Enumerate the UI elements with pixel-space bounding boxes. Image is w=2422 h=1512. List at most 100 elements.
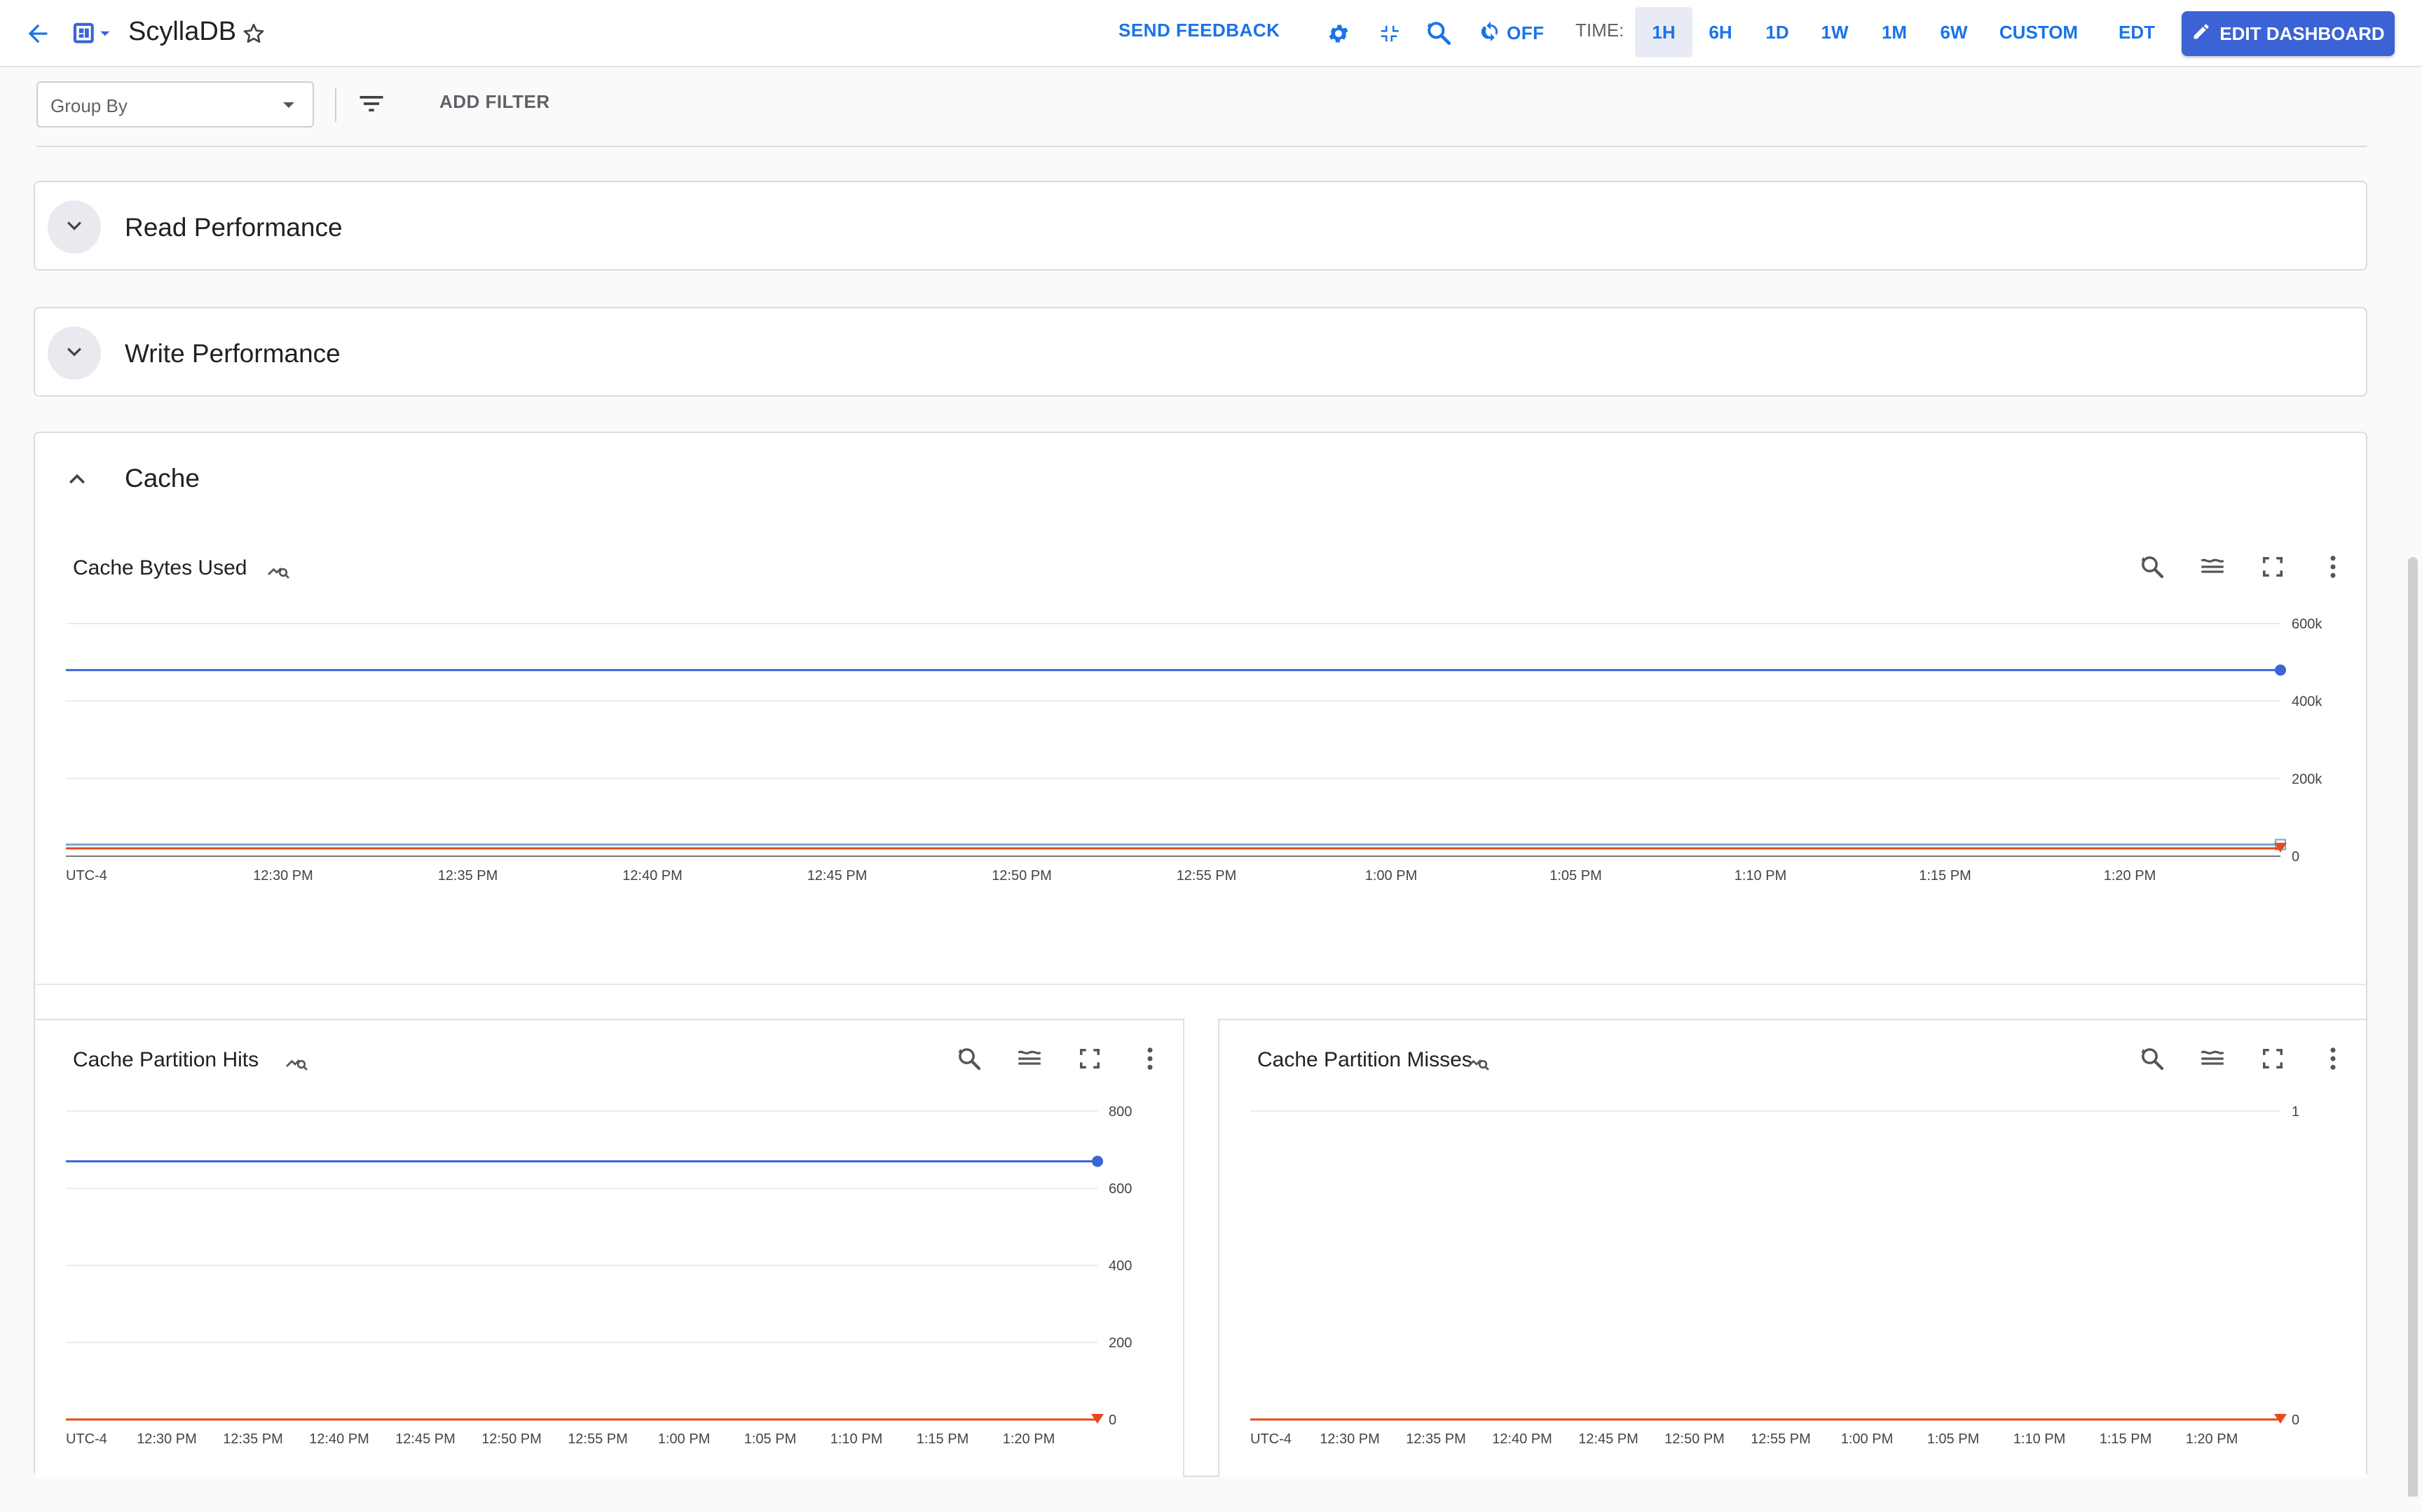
- x-tick-label: 1:15 PM: [917, 1431, 969, 1447]
- y-tick-label: 400k: [2292, 694, 2322, 710]
- timezone-label: UTC-4: [66, 1431, 107, 1447]
- section-cache: Cache Cache Bytes Used 600k 400k 200k 0 UTC-…: [34, 432, 2367, 1477]
- time-option-1m[interactable]: 1M: [1865, 7, 1924, 57]
- x-tick-label: 12:40 PM: [622, 868, 683, 884]
- group-by-placeholder: Group By: [50, 95, 128, 116]
- edit-icon: [2191, 22, 2211, 46]
- filter-divider: [335, 88, 336, 122]
- collapse-icon[interactable]: [1374, 18, 1404, 49]
- x-tick-label: 1:00 PM: [1365, 868, 1417, 884]
- dropdown-arrow-icon: [280, 98, 297, 116]
- chart-card-cache-partition-misses: Cache Partition Misses 1 0 UTC-4 12:30 PM 12…: [1218, 1019, 2366, 1477]
- section-write-performance[interactable]: Write Performance: [34, 307, 2367, 397]
- expand-read-performance-button[interactable]: [48, 200, 101, 254]
- x-tick-label: 1:20 PM: [2186, 1431, 2238, 1447]
- chart-plot-cache-partition-misses: 1 0 UTC-4 12:30 PM 12:35 PM 12:40 PM 12:45 PM 1…: [1250, 1104, 2299, 1447]
- x-tick-label: 12:40 PM: [1492, 1431, 1552, 1447]
- chart-plot-cache-partition-hits: 800 600 400 200 0 UTC-4 12:30 PM 12:35 PM 12:40 …: [66, 1104, 1132, 1447]
- x-tick-label: 12:50 PM: [1664, 1431, 1725, 1447]
- time-option-1d[interactable]: 1D: [1750, 7, 1805, 57]
- expand-write-performance-button[interactable]: [48, 327, 101, 380]
- group-by-select[interactable]: Group By: [36, 81, 314, 128]
- time-option-1w[interactable]: 1W: [1806, 7, 1863, 57]
- x-tick-label: 12:30 PM: [137, 1431, 197, 1447]
- edit-dashboard-label: EDIT DASHBOARD: [2219, 22, 2385, 44]
- timezone-label: UTC-4: [1250, 1431, 1292, 1447]
- chart-card-cache-partition-hits: Cache Partition Hits 800 600 400 200 0 UTC-4 1…: [35, 1019, 1184, 1477]
- chevron-up-icon[interactable]: [62, 464, 93, 498]
- x-tick-label: 1:10 PM: [1735, 868, 1786, 884]
- section-title: Write Performance: [125, 339, 341, 368]
- footer-strip: [0, 1497, 2422, 1512]
- refresh-state-label: OFF: [1507, 22, 1545, 43]
- y-tick-label: 400: [1109, 1258, 1132, 1274]
- x-tick-label: 12:40 PM: [309, 1431, 369, 1447]
- zoom-reset-icon[interactable]: [1421, 15, 1456, 50]
- dashboard-icon[interactable]: [70, 18, 119, 49]
- x-tick-label: 12:35 PM: [223, 1431, 283, 1447]
- filter-icon[interactable]: [356, 88, 387, 123]
- chart-card-cache-bytes-used: Cache Bytes Used 600k 400k 200k 0 UTC-4 12:30…: [35, 525, 2366, 985]
- x-tick-label: 1:10 PM: [830, 1431, 882, 1447]
- refresh-toggle[interactable]: OFF: [1479, 17, 1545, 49]
- chart-plot-cache-bytes-used: 600k 400k 200k 0 UTC-4 12:30 PM 12:35 PM 12:40 …: [66, 617, 2322, 884]
- time-option-6w[interactable]: 6W: [1925, 7, 1983, 57]
- timezone-selector[interactable]: EDT: [2108, 7, 2166, 57]
- page-title: ScyllaDB: [128, 17, 237, 46]
- y-tick-label: 0: [1109, 1413, 1116, 1428]
- y-tick-label: 0: [2292, 1413, 2299, 1428]
- settings-icon[interactable]: [1323, 18, 1354, 49]
- section-title: Read Performance: [125, 213, 343, 242]
- chevron-down-icon: [60, 338, 88, 369]
- send-feedback-button[interactable]: SEND FEEDBACK: [1118, 20, 1280, 41]
- chevron-down-icon: [60, 212, 88, 243]
- x-tick-label: 1:20 PM: [2104, 868, 2156, 884]
- section-cache-header[interactable]: Cache: [35, 433, 2366, 527]
- x-tick-label: 1:05 PM: [1927, 1431, 1979, 1447]
- star-icon[interactable]: [238, 18, 269, 49]
- x-tick-label: 12:45 PM: [1578, 1431, 1638, 1447]
- time-option-6h[interactable]: 6H: [1692, 7, 1749, 57]
- y-tick-label: 600: [1109, 1181, 1132, 1197]
- y-tick-label: 200: [1109, 1335, 1132, 1351]
- x-tick-label: 12:30 PM: [1320, 1431, 1380, 1447]
- x-tick-label: 12:50 PM: [481, 1431, 542, 1447]
- x-tick-label: 12:35 PM: [1406, 1431, 1466, 1447]
- x-tick-label: 12:55 PM: [1177, 868, 1237, 884]
- x-tick-label: 12:50 PM: [992, 868, 1052, 884]
- edit-dashboard-button[interactable]: EDIT DASHBOARD: [2182, 11, 2395, 56]
- x-tick-label: 12:35 PM: [438, 868, 498, 884]
- series-end-marker: [2275, 664, 2286, 676]
- time-option-custom[interactable]: CUSTOM: [1991, 7, 2086, 57]
- series-end-marker: [1092, 1155, 1103, 1167]
- timezone-label: UTC-4: [66, 868, 107, 884]
- x-tick-label: 1:00 PM: [1841, 1431, 1893, 1447]
- y-tick-label: 200k: [2292, 771, 2322, 787]
- x-tick-label: 1:05 PM: [1549, 868, 1601, 884]
- x-tick-label: 12:55 PM: [1751, 1431, 1811, 1447]
- add-filter-button[interactable]: ADD FILTER: [439, 91, 550, 113]
- x-tick-label: 1:10 PM: [2013, 1431, 2065, 1447]
- x-tick-label: 12:45 PM: [395, 1431, 456, 1447]
- x-tick-label: 12:30 PM: [253, 868, 313, 884]
- y-tick-label: 1: [2292, 1104, 2299, 1120]
- x-tick-label: 1:20 PM: [1003, 1431, 1055, 1447]
- x-tick-label: 1:15 PM: [2100, 1431, 2151, 1447]
- x-tick-label: 12:45 PM: [807, 868, 868, 884]
- filter-bar: Group By ADD FILTER: [0, 67, 2422, 146]
- time-label: TIME:: [1575, 20, 1624, 41]
- y-tick-label: 600k: [2292, 617, 2322, 632]
- y-tick-label: 0: [2292, 849, 2299, 865]
- y-tick-label: 800: [1109, 1104, 1132, 1120]
- section-title: Cache: [125, 464, 200, 493]
- top-app-bar: ScyllaDB SEND FEEDBACK OFF TIME: 1H 6H 1…: [0, 0, 2422, 67]
- x-tick-label: 1:00 PM: [658, 1431, 710, 1447]
- x-tick-label: 1:05 PM: [744, 1431, 796, 1447]
- section-read-performance[interactable]: Read Performance: [34, 181, 2367, 270]
- page-scrollbar[interactable]: [2408, 557, 2418, 1512]
- x-tick-label: 1:15 PM: [1919, 868, 1971, 884]
- x-tick-label: 12:55 PM: [568, 1431, 628, 1447]
- back-arrow-icon[interactable]: [22, 18, 53, 49]
- refresh-icon: [1479, 20, 1503, 47]
- time-option-1h[interactable]: 1H: [1635, 7, 1692, 57]
